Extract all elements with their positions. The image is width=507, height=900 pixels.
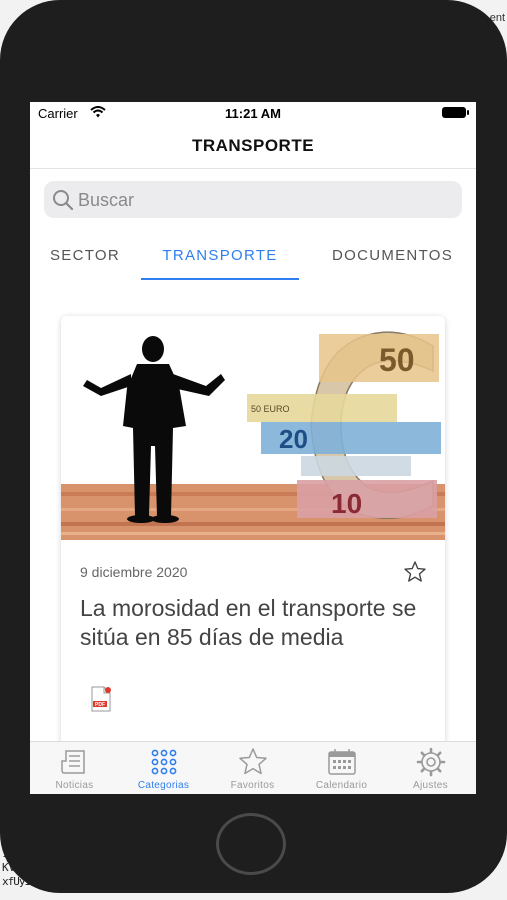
tab-bar-label: Ajustes — [413, 780, 448, 791]
tab-sector[interactable]: SECTOR — [40, 247, 130, 264]
gear-icon — [416, 747, 446, 777]
search-bar[interactable] — [44, 181, 462, 218]
note-10-label: 10 — [331, 488, 362, 519]
star-icon — [239, 748, 267, 775]
newspaper-icon — [61, 750, 85, 774]
article-image: 50 50 EURO 20 10 — [61, 316, 445, 540]
home-button[interactable] — [216, 813, 286, 875]
app-screen: Carrier 11:21 AM TRANSPORTE SE — [30, 102, 476, 794]
tab-bar-favoritos[interactable]: Favoritos — [208, 742, 297, 794]
tab-bar-ajustes[interactable]: Ajustes — [386, 742, 475, 794]
phone-frame: Carrier 11:21 AM TRANSPORTE SE — [0, 0, 507, 893]
article-date: 9 diciembre 2020 — [80, 564, 188, 580]
calendar-icon — [328, 749, 356, 775]
note-20-label: 20 — [279, 424, 308, 454]
article-card[interactable]: 50 50 EURO 20 10 9 diciembre 2020 La mor… — [61, 316, 445, 794]
bottom-tab-bar: Noticias Categorias Favoritos Calendario… — [30, 741, 476, 794]
page-title: TRANSPORTE — [191, 136, 315, 155]
tab-bar-label: Noticias — [55, 780, 94, 791]
note-euro-label: 50 EURO — [251, 404, 290, 414]
tab-documentos[interactable]: DOCUMENTOS — [310, 247, 475, 264]
favorite-star-icon[interactable] — [403, 560, 427, 584]
pdf-label: PDF — [95, 702, 105, 708]
tab-bar-calendario[interactable]: Calendario — [297, 742, 386, 794]
tab-bar-label: Categorias — [137, 780, 190, 791]
battery-icon — [442, 107, 469, 118]
nav-divider — [30, 168, 476, 169]
tab-bar-label: Favoritos — [230, 780, 275, 791]
tab-bar-categorias[interactable]: Categorias — [119, 742, 208, 794]
status-bar: Carrier 11:21 AM — [30, 102, 476, 124]
tab-bar-label: Calendario — [315, 780, 368, 791]
article-title[interactable]: La morosidad en el transporte se sitúa e… — [80, 594, 425, 652]
active-tab-indicator — [141, 278, 299, 280]
grid-icon — [151, 749, 177, 775]
search-icon — [52, 189, 74, 216]
search-input[interactable] — [78, 186, 448, 214]
note-50-label: 50 — [379, 342, 415, 378]
pdf-icon[interactable]: PDF — [89, 686, 113, 712]
tab-bar-noticias[interactable]: Noticias — [30, 742, 119, 794]
tab-transporte[interactable]: TRANSPORTE — [141, 247, 299, 264]
status-time: 11:21 AM — [225, 106, 281, 121]
